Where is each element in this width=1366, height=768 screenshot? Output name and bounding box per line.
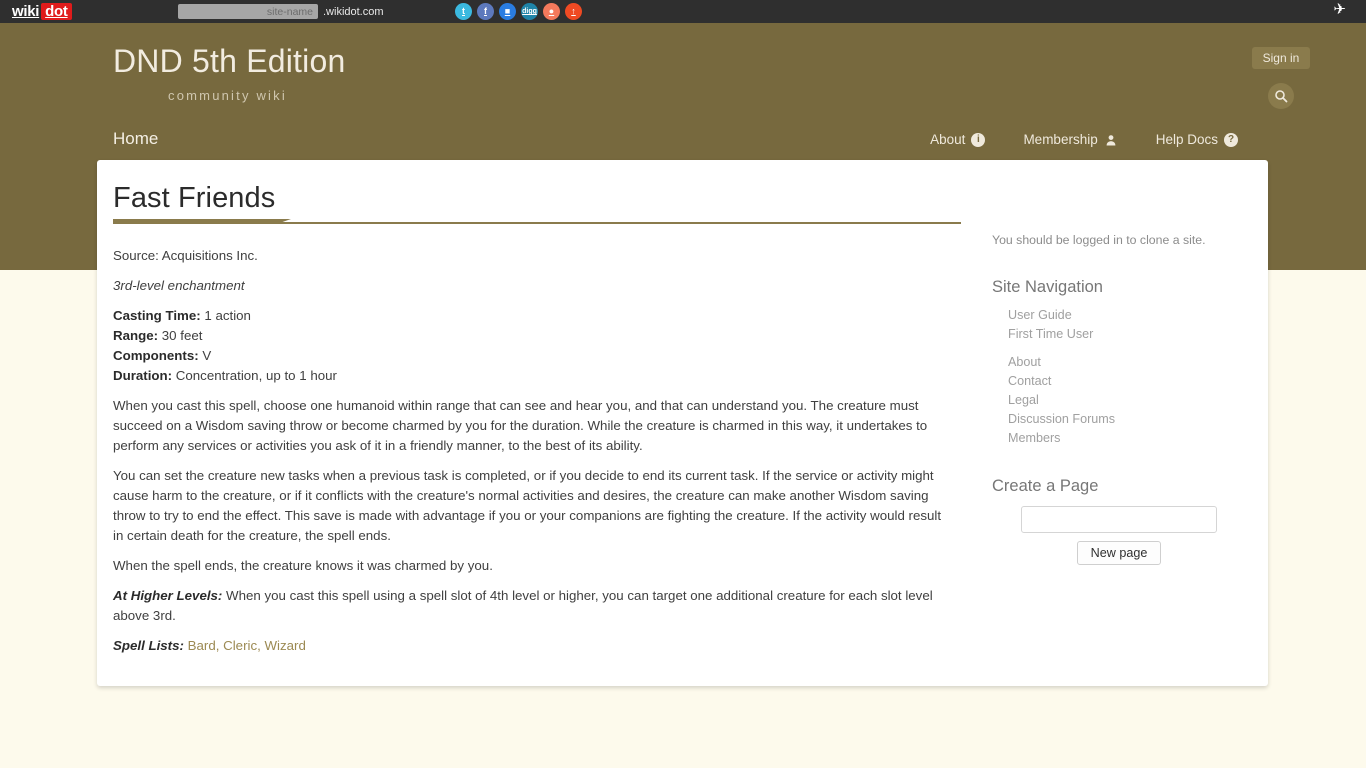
twitter-icon[interactable]: t xyxy=(455,3,472,20)
person-icon xyxy=(1104,133,1118,147)
nav-item-home[interactable]: Home xyxy=(113,129,158,149)
sidebar-item-about[interactable]: About xyxy=(1008,353,1246,372)
stat-duration-label: Duration: xyxy=(113,368,173,383)
title-underline xyxy=(113,222,961,224)
site-name-input[interactable] xyxy=(178,4,318,19)
main-column: Fast Friends Source: Acquisitions Inc. 3… xyxy=(97,160,972,686)
spell-stat-block: Casting Time: 1 action Range: 30 feet Co… xyxy=(113,306,952,386)
sidebar-nav-divider xyxy=(992,344,1246,353)
delicious-glyph: ■ xyxy=(504,6,511,16)
spell-list-sep-2: , xyxy=(257,638,265,653)
stumbleupon-glyph: ↑ xyxy=(571,6,576,16)
stat-range-value: 30 feet xyxy=(158,328,203,343)
create-page-heading: Create a Page xyxy=(992,477,1099,495)
spell-list-link-wizard[interactable]: Wizard xyxy=(265,638,306,653)
wikidot-logo[interactable]: wiki dot xyxy=(12,3,72,20)
stat-duration: Duration: Concentration, up to 1 hour xyxy=(113,366,952,386)
wikidot-logo-text: wiki xyxy=(12,3,40,20)
new-page-button[interactable]: New page xyxy=(1076,541,1162,565)
spell-higher-levels: At Higher Levels: When you cast this spe… xyxy=(113,586,952,626)
spell-lists-row: Spell Lists: Bard, Cleric, Wizard xyxy=(113,636,952,656)
delicious-icon[interactable]: ■ xyxy=(499,3,516,20)
site-name-form: .wikidot.com xyxy=(178,4,384,19)
nav-item-help-docs-label: Help Docs xyxy=(1155,132,1218,147)
spell-paragraph-3: When the spell ends, the creature knows … xyxy=(113,558,493,573)
new-page-input[interactable] xyxy=(1021,506,1217,533)
digg-glyph: digg xyxy=(522,8,537,15)
sidebar-nav-group-1: User Guide First Time User xyxy=(1008,306,1246,344)
stat-range-label: Range: xyxy=(113,328,159,343)
stat-components: Components: V xyxy=(113,346,952,366)
sidebar-nav-heading: Site Navigation xyxy=(992,278,1103,296)
facebook-glyph: f xyxy=(484,6,487,16)
stat-casting-time-value: 1 action xyxy=(200,308,251,323)
sidebar-item-user-guide[interactable]: User Guide xyxy=(1008,306,1246,325)
wikidot-top-bar: wikidot .wikidot.com t f ■ digg ● ↑ ✈ xyxy=(0,0,1366,23)
site-subtitle: community wiki xyxy=(168,88,287,103)
nav-item-about-label: About xyxy=(930,132,966,147)
higher-levels-text: When you cast this spell using a spell s… xyxy=(113,588,933,623)
reddit-icon[interactable]: ● xyxy=(543,3,560,20)
spell-lists-label: Spell Lists: xyxy=(113,638,184,653)
stat-range: Range: 30 feet xyxy=(113,326,952,346)
stumbleupon-icon[interactable]: ↑ xyxy=(565,3,582,20)
facebook-icon[interactable]: f xyxy=(477,3,494,20)
search-icon[interactable] xyxy=(1268,83,1294,109)
spell-source: Source: Acquisitions Inc. xyxy=(113,248,258,263)
sidebar-item-members[interactable]: Members xyxy=(1008,429,1246,448)
nav-item-about[interactable]: About i xyxy=(930,132,986,147)
wikidot-logo-dot: dot xyxy=(41,3,72,20)
account-area: Sign in xyxy=(1216,47,1346,109)
domain-suffix-label: .wikidot.com xyxy=(323,5,384,18)
stat-duration-value: Concentration, up to 1 hour xyxy=(172,368,337,383)
digg-icon[interactable]: digg xyxy=(521,3,538,20)
stat-casting-time: Casting Time: 1 action xyxy=(113,306,952,326)
sidebar-item-first-time-user[interactable]: First Time User xyxy=(1008,325,1246,344)
stat-components-value: V xyxy=(198,348,212,363)
spell-paragraph-1: When you cast this spell, choose one hum… xyxy=(113,398,928,453)
question-icon: ? xyxy=(1224,132,1238,147)
sidebar-item-legal[interactable]: Legal xyxy=(1008,391,1246,410)
page-title: Fast Friends xyxy=(113,182,276,214)
top-navigation: Home About i Membership Help Docs ? xyxy=(0,123,1366,163)
social-links: t f ■ digg ● ↑ xyxy=(455,3,582,20)
plane-icon[interactable]: ✈ xyxy=(1333,2,1346,17)
spell-list-link-cleric[interactable]: Cleric xyxy=(223,638,257,653)
higher-levels-label: At Higher Levels: xyxy=(113,588,223,603)
nav-items-right: About i Membership Help Docs ? xyxy=(930,132,1238,147)
stat-components-label: Components: xyxy=(113,348,199,363)
content-card: Fast Friends Source: Acquisitions Inc. 3… xyxy=(97,160,1268,686)
info-icon: i xyxy=(971,132,986,147)
spell-paragraph-2: You can set the creature new tasks when … xyxy=(113,468,942,543)
sign-in-button[interactable]: Sign in xyxy=(1251,47,1311,69)
site-title: DND 5th Edition xyxy=(113,43,346,79)
spell-list-link-bard[interactable]: Bard xyxy=(188,638,216,653)
sidebar-item-discussion-forums[interactable]: Discussion Forums xyxy=(1008,410,1246,429)
sidebar-nav-group-2: About Contact Legal Discussion Forums Me… xyxy=(1008,353,1246,448)
twitter-glyph: t xyxy=(462,6,465,16)
reddit-glyph: ● xyxy=(548,6,555,16)
stat-casting-time-label: Casting Time: xyxy=(113,308,201,323)
spell-article: Source: Acquisitions Inc. 3rd-level ench… xyxy=(113,246,972,656)
spell-level-school: 3rd-level enchantment xyxy=(113,278,245,293)
sidebar-item-contact[interactable]: Contact xyxy=(1008,372,1246,391)
sidebar: You should be logged in to clone a site.… xyxy=(972,160,1268,686)
clone-site-note: You should be logged in to clone a site. xyxy=(992,233,1206,247)
nav-item-membership-label: Membership xyxy=(1023,132,1098,147)
nav-item-help-docs[interactable]: Help Docs ? xyxy=(1156,132,1238,147)
nav-item-membership[interactable]: Membership xyxy=(1023,132,1117,147)
